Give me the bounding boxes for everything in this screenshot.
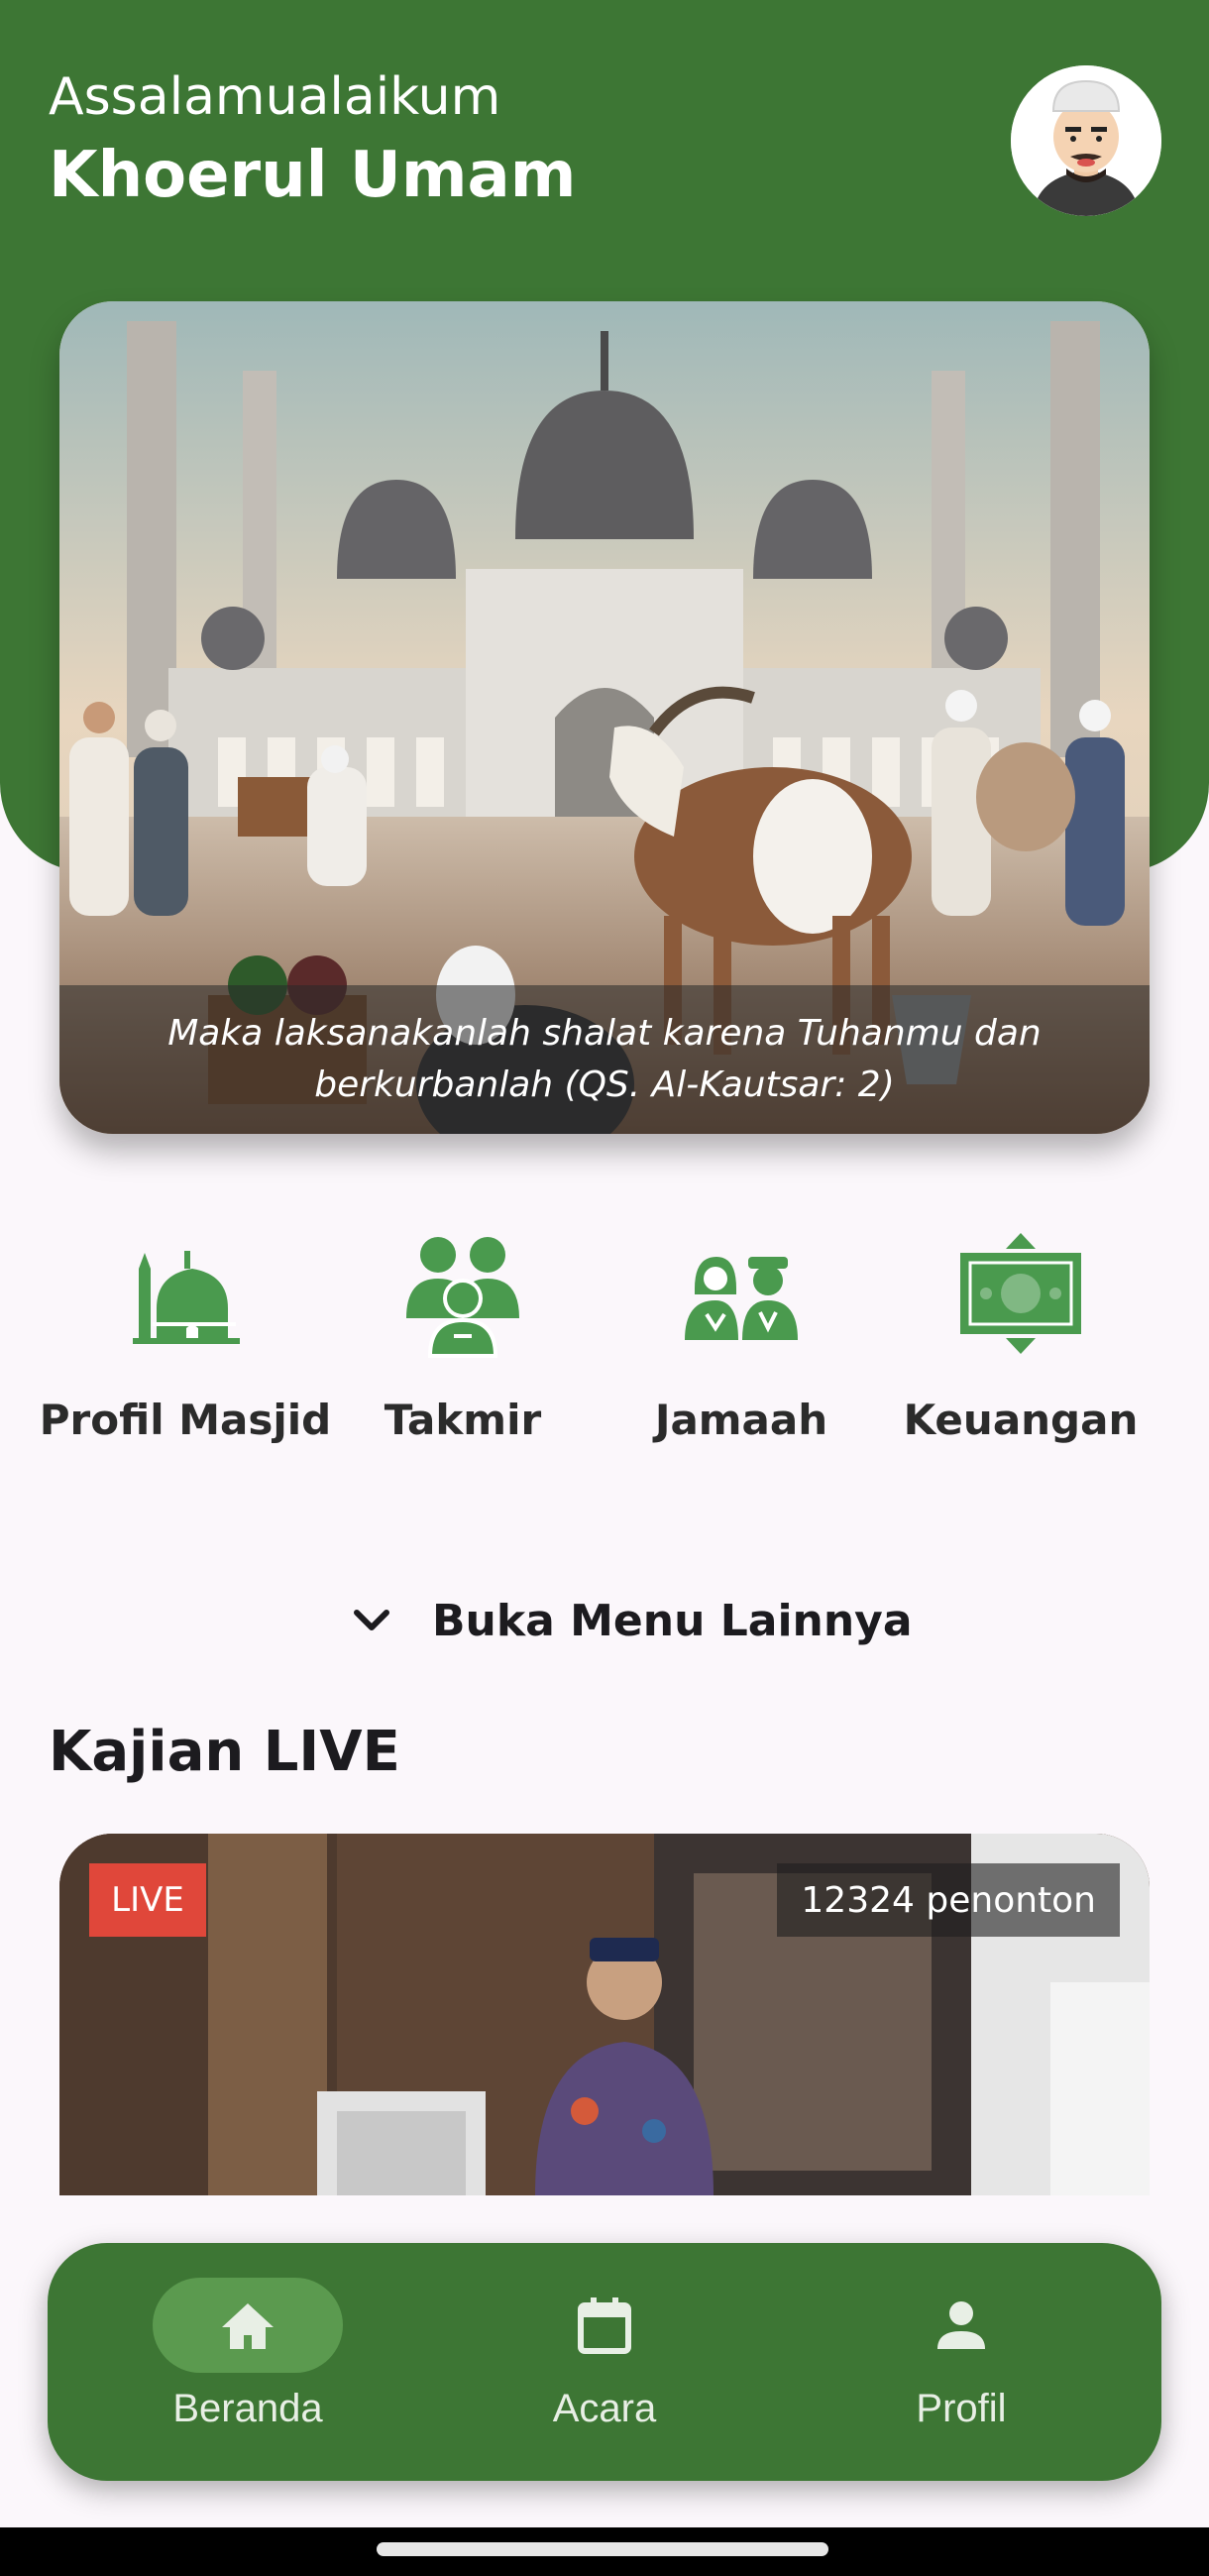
nav-label: Acara <box>552 2387 657 2430</box>
menu-item-profil-masjid[interactable]: Profil Masjid <box>40 1229 331 1447</box>
menu-label: Keuangan <box>903 1396 1139 1444</box>
home-indicator[interactable] <box>377 2542 828 2556</box>
chevron-down-icon <box>354 1610 389 1630</box>
menu-label: Jamaah <box>654 1396 828 1444</box>
menu-item-keuangan[interactable]: Keuangan <box>882 1229 1159 1447</box>
hero-banner[interactable]: Maka laksanakanlah shalat karena Tuhanmu… <box>59 301 1150 1134</box>
section-title-kajian-live: Kajian LIVE <box>49 1720 400 1784</box>
nav-item-profil[interactable]: Profil <box>803 2243 1120 2481</box>
menu-label: Takmir <box>384 1396 542 1444</box>
banner-quote: Maka laksanakanlah shalat karena Tuhanmu… <box>59 985 1150 1134</box>
nav-item-beranda[interactable]: Beranda <box>89 2243 406 2481</box>
live-badge: LIVE <box>89 1863 206 1937</box>
home-icon <box>222 2303 274 2349</box>
user-name: Khoerul Umam <box>49 139 577 212</box>
group-icon <box>406 1237 519 1358</box>
open-more-menu-button[interactable]: Buka Menu Lainnya <box>347 1581 913 1660</box>
menu-label: Profil Masjid <box>39 1396 332 1444</box>
menu-item-jamaah[interactable]: Jamaah <box>603 1229 880 1447</box>
live-stream-card[interactable]: LIVE 12324 penonton <box>59 1834 1150 2195</box>
nav-active-indicator <box>153 2278 343 2373</box>
nav-label: Profil <box>916 2387 1007 2430</box>
nav-item-acara[interactable]: Acara <box>446 2243 763 2481</box>
menu-item-takmir[interactable]: Takmir <box>324 1229 602 1447</box>
bottom-navigation: Beranda Acara Profil <box>48 2243 1161 2481</box>
mosque-icon <box>133 1251 240 1344</box>
nav-label: Beranda <box>172 2387 323 2430</box>
congregation-icon <box>685 1257 798 1340</box>
more-menu-label: Buka Menu Lainnya <box>432 1595 913 1646</box>
money-icon <box>960 1233 1081 1354</box>
person-icon <box>937 2301 985 2349</box>
viewer-count: 12324 penonton <box>777 1863 1120 1937</box>
calendar-icon <box>578 2297 631 2354</box>
greeting-text: Assalamualaikum <box>49 67 501 127</box>
user-avatar-icon[interactable] <box>1011 65 1161 216</box>
